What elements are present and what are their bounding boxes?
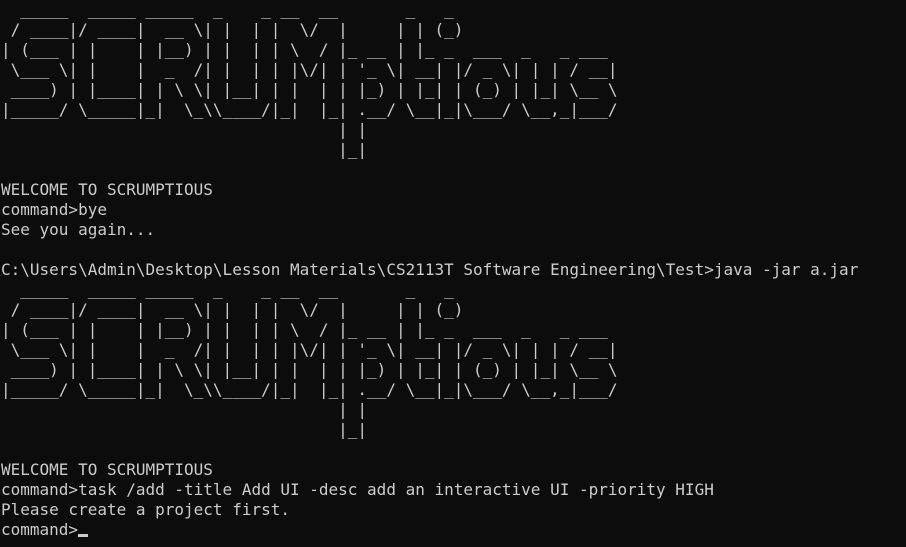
banner-line: | |: [1, 120, 368, 139]
banner-line: ____) | |____| | \ \| |__| | | | | |_) |…: [1, 80, 618, 99]
shell-command-line: C:\Users\Admin\Desktop\Lesson Materials\…: [1, 260, 859, 279]
banner-line: |_|: [1, 420, 368, 439]
banner-line: |_____/ \_____|_| \_\\____/|_| |_| .__/ …: [1, 100, 618, 119]
output-line: See you again...: [1, 220, 156, 239]
banner-line: _____ _____ _____ _ _ __ __ _ _: [1, 280, 454, 299]
banner-line: | |: [1, 400, 368, 419]
banner-line: \___ \| | | _ /| | | | |\/| | '_ \| __| …: [1, 60, 618, 79]
banner-line: | (___ | | | |__) | | | | \ / |_ __ | |_…: [1, 40, 608, 59]
output-line: Please create a project first.: [1, 500, 290, 519]
banner-line: / ____|/ ____| __ \| | | | \/ | | | (_): [1, 300, 464, 319]
command-history-line: command>bye: [1, 200, 107, 219]
welcome-message: WELCOME TO SCRUMPTIOUS: [1, 460, 213, 479]
terminal-window[interactable]: _____ _____ _____ _ _ __ __ _ _ / ____|/…: [0, 0, 906, 547]
banner-line: _____ _____ _____ _ _ __ __ _ _: [1, 0, 454, 19]
banner-line: \___ \| | | _ /| | | | |\/| | '_ \| __| …: [1, 340, 618, 359]
command-history-line: command>task /add -title Add UI -desc ad…: [1, 480, 714, 499]
welcome-message: WELCOME TO SCRUMPTIOUS: [1, 180, 213, 199]
banner-line: | (___ | | | |__) | | | | \ / |_ __ | |_…: [1, 320, 608, 339]
banner-line: ____) | |____| | \ \| |__| | | | | |_) |…: [1, 360, 618, 379]
text-cursor: [78, 534, 89, 537]
banner-line: |_____/ \_____|_| \_\\____/|_| |_| .__/ …: [1, 380, 618, 399]
input-line[interactable]: command>: [1, 520, 906, 540]
banner-line: |_|: [1, 140, 368, 159]
command-prompt: command>: [1, 520, 79, 539]
banner-line: / ____|/ ____| __ \| | | | \/ | | | (_): [1, 20, 464, 39]
